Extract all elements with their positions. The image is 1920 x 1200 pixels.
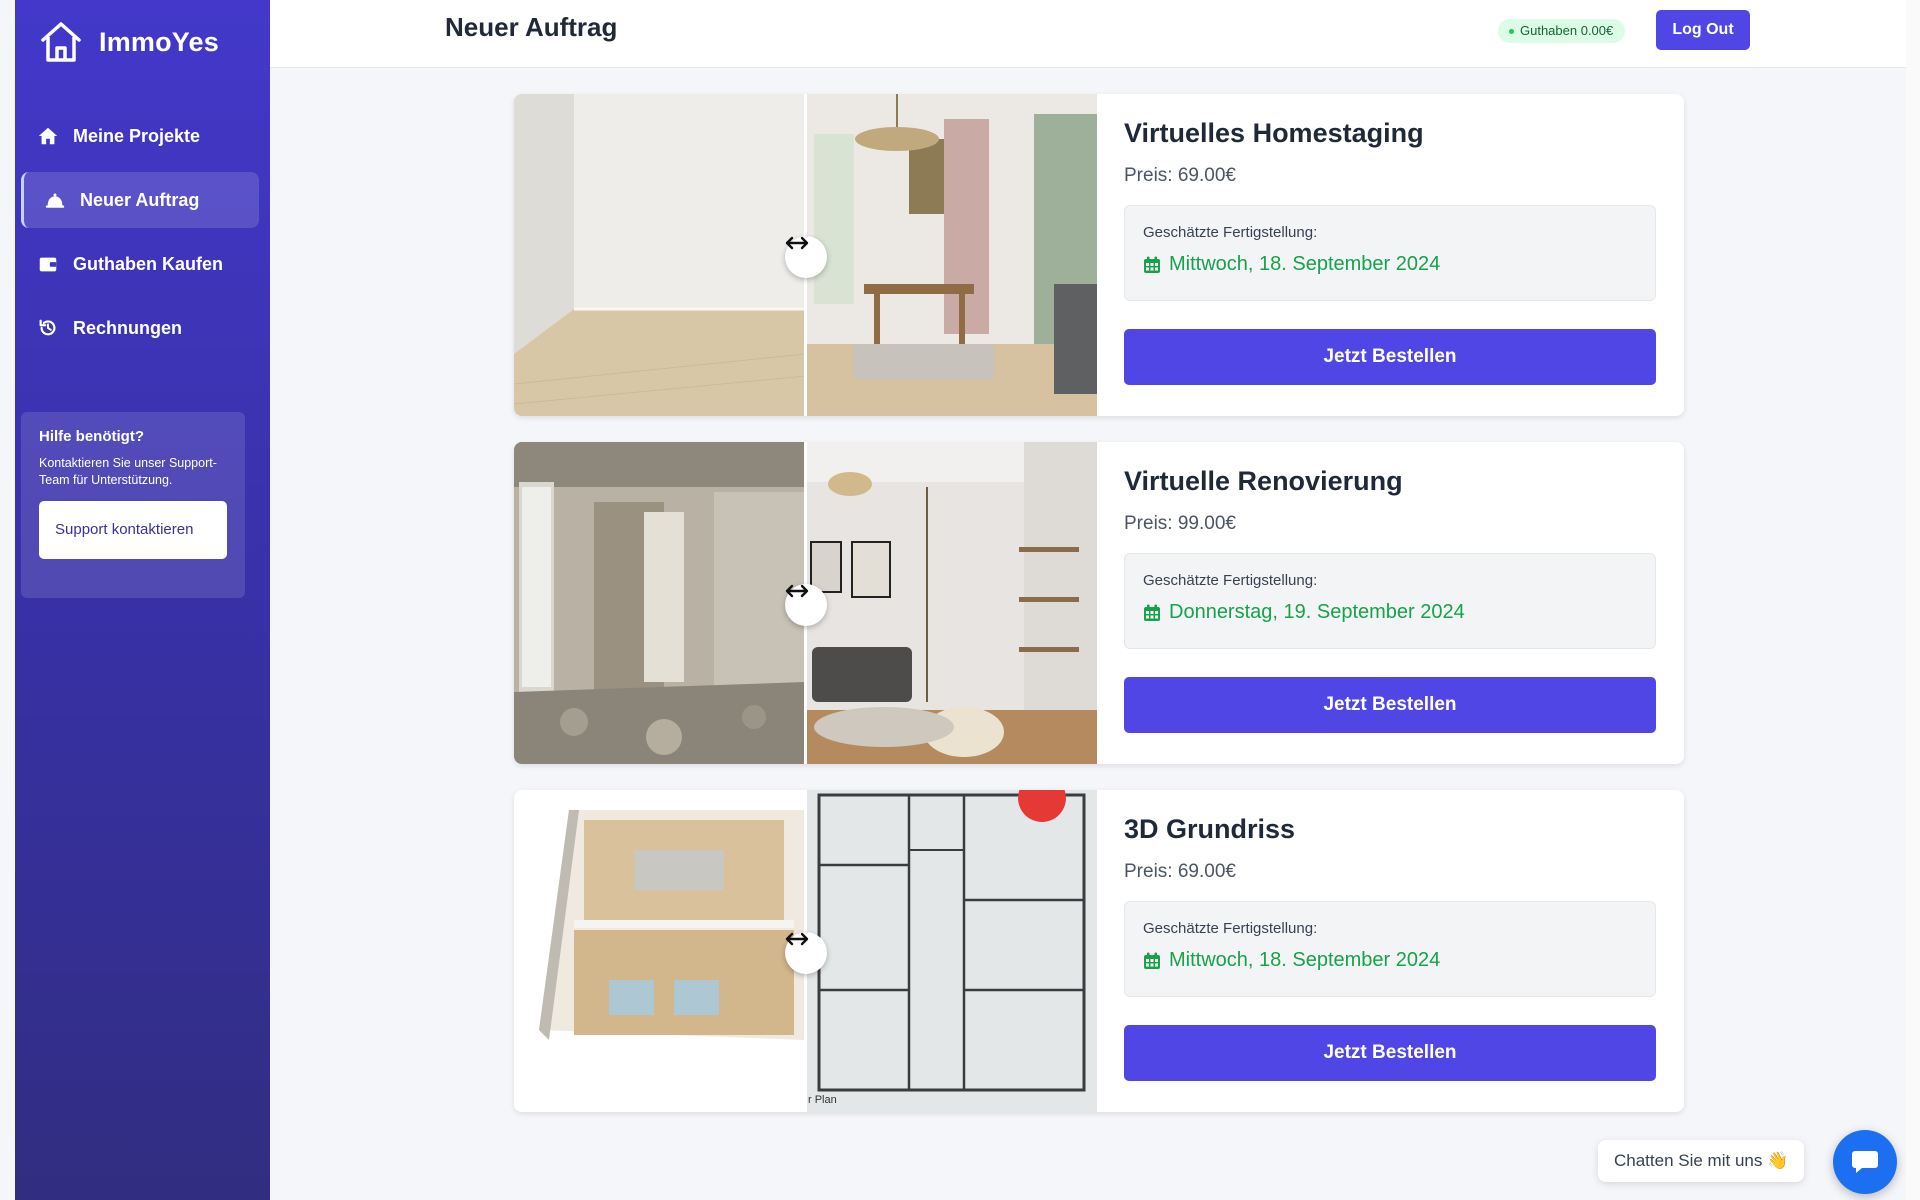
eta-date: Donnerstag, 19. September 2024 <box>1143 601 1637 624</box>
calendar-icon <box>1144 256 1160 273</box>
eta-box: Geschätzte Fertigstellung: Mittwoch, 18.… <box>1124 901 1656 997</box>
eta-box: Geschätzte Fertigstellung: Donnerstag, 1… <box>1124 553 1656 649</box>
chat-prompt-bubble[interactable]: Chatten Sie mit uns 👋 <box>1598 1140 1805 1182</box>
help-box: Hilfe benötigt? Kontaktieren Sie unser S… <box>21 412 245 598</box>
before-after-slider[interactable]: r Plan <box>514 790 1097 1112</box>
brand-name: ImmoYes <box>99 26 219 57</box>
order-now-button[interactable]: Jetzt Bestellen <box>1124 329 1656 385</box>
card-title: Virtuelle Renovierung <box>1124 466 1403 496</box>
sidebar-item-label: Neuer Auftrag <box>80 189 200 210</box>
card-title: 3D Grundriss <box>1124 814 1296 844</box>
page-title: Neuer Auftrag <box>445 12 618 42</box>
status-dot-icon <box>1509 29 1514 34</box>
top-header: Neuer Auftrag Guthaben 0.00€ Log Out <box>270 0 1920 68</box>
order-now-button[interactable]: Jetzt Bestellen <box>1124 677 1656 733</box>
eta-label: Geschätzte Fertigstellung: <box>1143 920 1318 937</box>
sidebar-item-label: Guthaben Kaufen <box>73 253 224 274</box>
arrows-horizontal-icon <box>785 584 809 598</box>
app-canvas: ImmoYes Meine Projekte Neuer Auftrag Gut… <box>0 0 1920 1200</box>
bell-icon <box>45 193 65 208</box>
eta-label: Geschätzte Fertigstellung: <box>1143 224 1318 241</box>
before-after-slider[interactable] <box>514 442 1097 764</box>
card-body: 3D Grundriss Preis: 69.00€ Geschätzte Fe… <box>1124 814 1656 1081</box>
card-price: Preis: 99.00€ <box>1124 513 1236 534</box>
plan-caption: r Plan <box>808 1094 837 1106</box>
page-scrollbar[interactable] <box>1906 0 1920 1200</box>
logout-button[interactable]: Log Out <box>1656 10 1750 50</box>
history-icon <box>39 319 56 336</box>
service-card-renovierung: Virtuelle Renovierung Preis: 99.00€ Gesc… <box>514 442 1684 764</box>
card-title: Virtuelles Homestaging <box>1124 118 1424 148</box>
slider-handle[interactable] <box>785 584 827 626</box>
arrows-horizontal-icon <box>785 932 809 946</box>
chat-open-button[interactable] <box>1833 1130 1897 1194</box>
eta-date-text: Mittwoch, 18. September 2024 <box>1169 253 1441 275</box>
arrows-horizontal-icon <box>785 236 809 250</box>
balance-badge: Guthaben 0.00€ <box>1498 19 1626 43</box>
calendar-icon <box>1144 952 1160 969</box>
sidebar-item-label: Rechnungen <box>73 317 183 338</box>
calendar-icon <box>1144 604 1160 621</box>
eta-date-text: Mittwoch, 18. September 2024 <box>1169 949 1441 971</box>
card-body: Virtuelle Renovierung Preis: 99.00€ Gesc… <box>1124 466 1656 733</box>
sidebar-item-label: Meine Projekte <box>73 125 201 146</box>
card-price: Preis: 69.00€ <box>1124 165 1236 186</box>
wallet-icon <box>39 257 57 272</box>
eta-label: Geschätzte Fertigstellung: <box>1143 572 1318 589</box>
before-after-slider[interactable] <box>514 94 1097 416</box>
slider-handle[interactable] <box>785 932 827 974</box>
chat-icon <box>1852 1151 1878 1173</box>
help-text: Kontaktieren Sie unser Support-Team für … <box>39 456 217 487</box>
order-now-button[interactable]: Jetzt Bestellen <box>1124 1025 1656 1081</box>
eta-date: Mittwoch, 18. September 2024 <box>1143 253 1637 276</box>
house-logo-icon <box>41 22 81 62</box>
service-card-3d-grundriss: r Plan 3D Grundriss Preis: 69.00€ Geschä… <box>514 790 1684 1112</box>
card-body: Virtuelles Homestaging Preis: 69.00€ Ges… <box>1124 118 1656 385</box>
sidebar-item-rechnungen[interactable]: Rechnungen <box>21 300 259 356</box>
slider-handle[interactable] <box>785 236 827 278</box>
brand[interactable]: ImmoYes <box>37 18 219 66</box>
balance-text: Guthaben 0.00€ <box>1520 23 1614 38</box>
sidebar-item-guthaben-kaufen[interactable]: Guthaben Kaufen <box>21 236 259 292</box>
card-price: Preis: 69.00€ <box>1124 861 1236 882</box>
support-contact-button[interactable]: Support kontaktieren <box>39 501 227 559</box>
service-cards: Virtuelles Homestaging Preis: 69.00€ Ges… <box>514 94 1684 1138</box>
eta-date: Mittwoch, 18. September 2024 <box>1143 949 1637 972</box>
sidebar-nav: Meine Projekte Neuer Auftrag Guthaben Ka… <box>21 108 259 364</box>
sidebar: ImmoYes Meine Projekte Neuer Auftrag Gut… <box>15 0 270 1200</box>
eta-box: Geschätzte Fertigstellung: Mittwoch, 18.… <box>1124 205 1656 301</box>
sidebar-item-neuer-auftrag[interactable]: Neuer Auftrag <box>21 172 259 228</box>
help-title: Hilfe benötigt? <box>39 428 144 445</box>
home-icon <box>38 127 58 145</box>
sidebar-item-meine-projekte[interactable]: Meine Projekte <box>21 108 259 164</box>
service-card-homestaging: Virtuelles Homestaging Preis: 69.00€ Ges… <box>514 94 1684 416</box>
eta-date-text: Donnerstag, 19. September 2024 <box>1169 601 1465 623</box>
